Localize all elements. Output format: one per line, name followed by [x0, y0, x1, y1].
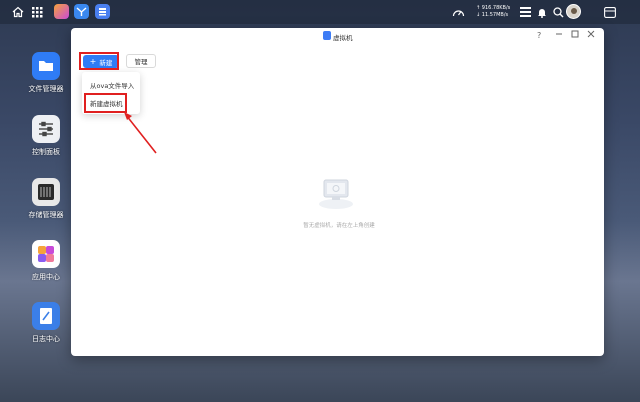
- annotation-arrow: [124, 112, 157, 154]
